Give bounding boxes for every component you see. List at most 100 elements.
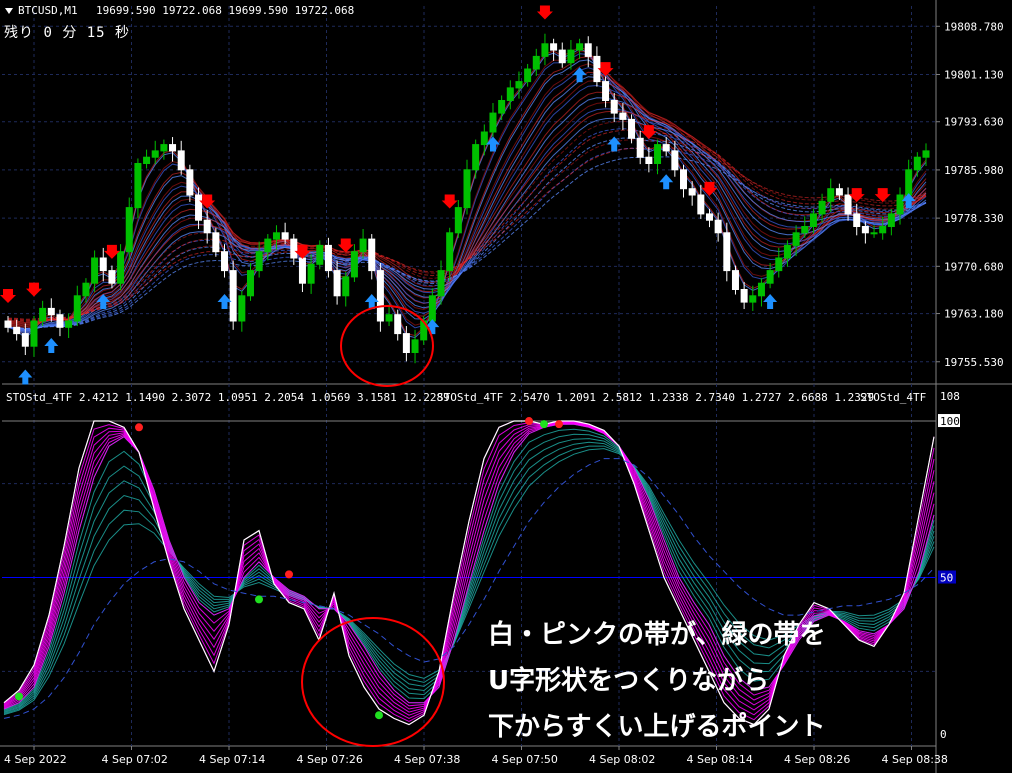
buy-signal-dot[interactable] [375,711,383,720]
candle-body[interactable] [454,207,462,234]
candle-body[interactable] [411,339,419,353]
candle-body[interactable] [47,307,55,316]
candle-body[interactable] [480,131,488,146]
candle-body[interactable] [30,320,38,347]
candle-body[interactable] [723,232,731,272]
candle-body[interactable] [654,144,662,165]
sell-signal-dot[interactable] [555,420,563,429]
candle-body[interactable] [91,257,99,284]
candle-body[interactable] [766,270,774,284]
candle-body[interactable] [238,295,246,322]
candle-body[interactable] [835,188,843,196]
candle-body[interactable] [169,144,177,152]
candle-body[interactable] [619,112,627,120]
candle-body[interactable] [316,244,324,265]
chart-canvas[interactable]: 19808.780 19801.130 19793.630 19785.980 1977… [0,0,1012,773]
candle-body[interactable] [177,150,185,171]
candle-body[interactable] [368,238,376,272]
candle-body[interactable] [229,270,237,322]
candle-body[interactable] [532,55,540,70]
candle-body[interactable] [394,314,402,335]
candle-body[interactable] [350,251,358,278]
candle-body[interactable] [428,295,436,322]
candle-body[interactable] [272,232,280,240]
buy-signal-dot[interactable] [255,595,263,604]
candle-body[interactable] [879,226,887,234]
sell-signal-dot[interactable] [525,417,533,426]
sell-signal-dot[interactable] [135,423,143,432]
candle-body[interactable] [359,238,367,253]
candle-body[interactable] [922,150,930,158]
candle-body[interactable] [73,295,81,322]
candle-body[interactable] [515,81,523,89]
candle-body[interactable] [498,100,506,114]
candle-body[interactable] [446,232,454,272]
candle-body[interactable] [602,81,610,101]
candle-body[interactable] [671,150,679,171]
candle-body[interactable] [688,188,696,196]
candle-body[interactable] [567,49,575,64]
candle-body[interactable] [792,232,800,246]
candle-body[interactable] [125,207,133,253]
candle-body[interactable] [610,100,618,114]
candle-body[interactable] [385,314,393,322]
candle-body[interactable] [108,270,116,284]
candle-body[interactable] [818,200,826,215]
candle-body[interactable] [489,112,497,133]
candle-body[interactable] [576,43,584,51]
candle-body[interactable] [290,238,298,259]
candle-body[interactable] [134,163,142,209]
buy-signal-dot[interactable] [540,420,548,429]
candle-body[interactable] [203,219,211,234]
candle-body[interactable] [861,226,869,234]
candle-body[interactable] [342,276,350,297]
candle-body[interactable] [636,137,644,158]
candle-body[interactable] [281,232,289,240]
candle-body[interactable] [264,238,272,253]
candle-body[interactable] [195,194,203,221]
candle-body[interactable] [809,213,817,227]
candle-body[interactable] [757,282,765,297]
candle-body[interactable] [714,219,722,234]
candle-body[interactable] [896,194,904,215]
candle-body[interactable] [13,326,21,335]
candle-body[interactable] [56,314,64,328]
candle-body[interactable] [731,270,739,291]
candle-body[interactable] [246,270,254,297]
candle-body[interactable] [558,49,566,64]
candle-body[interactable] [740,289,748,303]
candle-body[interactable] [524,68,532,83]
candle-body[interactable] [143,156,151,164]
candle-body[interactable] [151,150,159,158]
candle-body[interactable] [844,194,852,215]
candle-body[interactable] [221,251,229,272]
candle-body[interactable] [4,320,12,328]
candle-body[interactable] [550,43,558,51]
candle-body[interactable] [463,169,471,209]
candle-body[interactable] [749,295,757,303]
candle-body[interactable] [506,87,514,102]
candle-body[interactable] [65,320,73,328]
candle-body[interactable] [541,43,549,57]
candle-body[interactable] [827,188,835,202]
candle-body[interactable] [801,226,809,234]
candle-body[interactable] [887,213,895,227]
candle-body[interactable] [333,270,341,297]
candle-body[interactable] [21,333,29,347]
candle-body[interactable] [913,156,921,171]
candle-body[interactable] [255,251,263,272]
candle-body[interactable] [775,257,783,272]
candle-body[interactable] [298,257,306,284]
candle-body[interactable] [160,144,168,152]
candle-body[interactable] [307,263,315,284]
candle-body[interactable] [402,333,410,354]
candle-body[interactable] [645,156,653,164]
candle-body[interactable] [870,232,878,235]
candle-body[interactable] [376,270,384,322]
candle-body[interactable] [628,118,636,139]
candle-body[interactable] [662,144,670,152]
candle-body[interactable] [117,251,125,284]
candle-body[interactable] [437,270,445,297]
candle-body[interactable] [99,257,107,272]
candle-body[interactable] [472,144,480,171]
